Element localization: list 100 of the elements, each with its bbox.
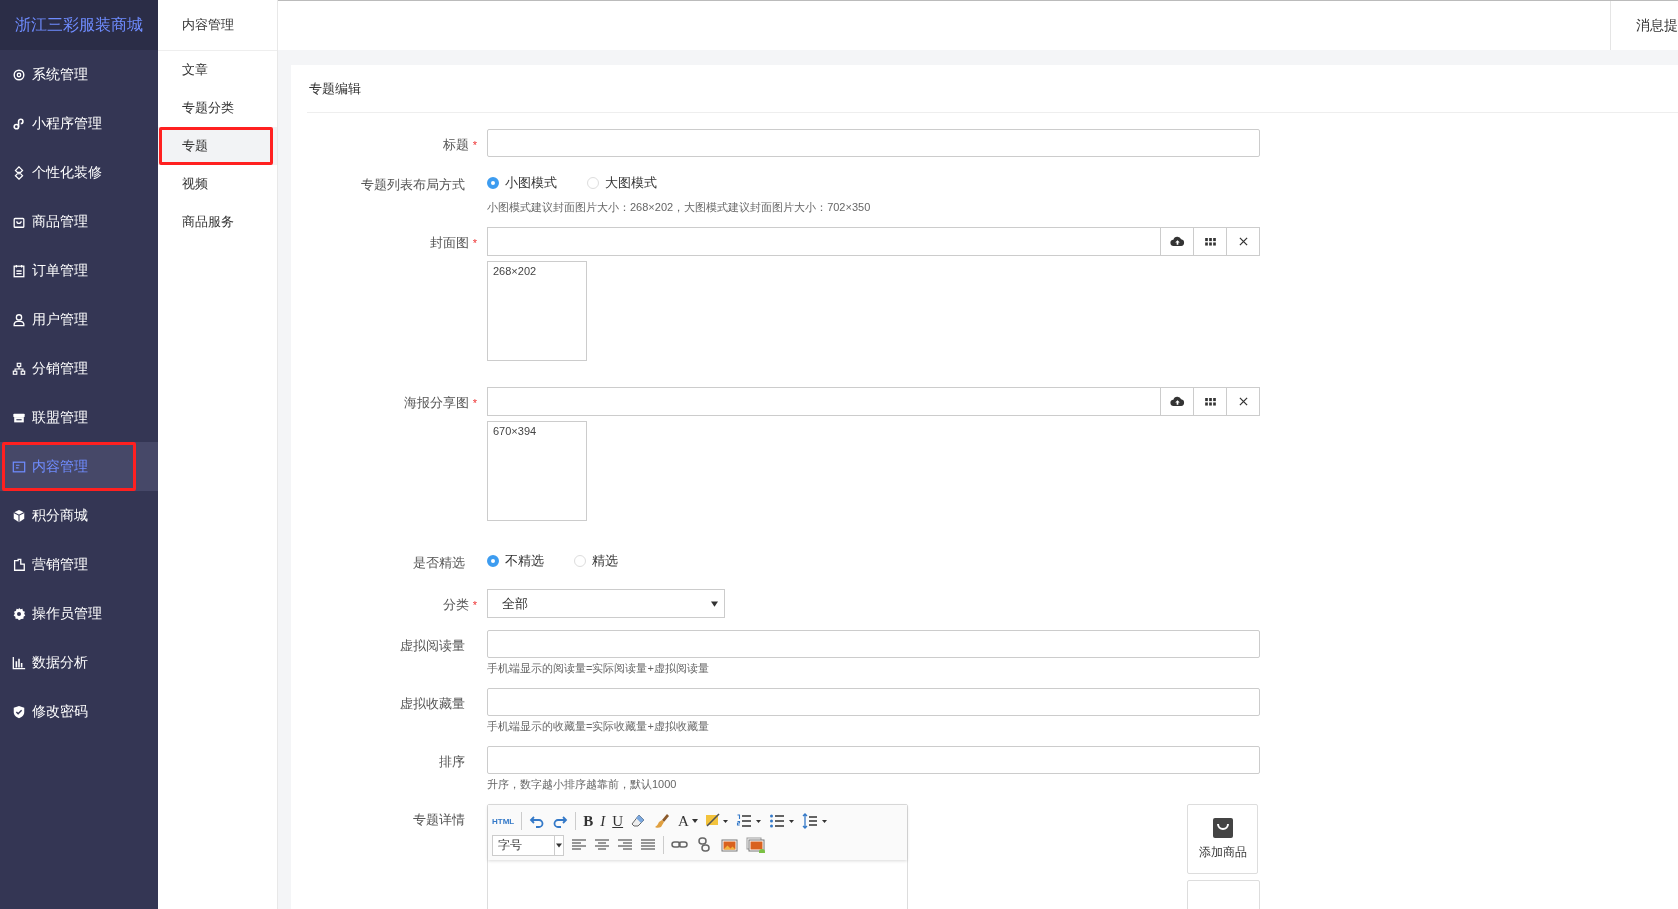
text-field[interactable] (487, 630, 1260, 658)
align-center-icon[interactable] (594, 837, 610, 853)
text-field[interactable] (487, 746, 1260, 774)
radio-button[interactable] (487, 555, 499, 567)
hierarchy-icon (12, 361, 26, 376)
required-mark: * (472, 397, 477, 409)
italic-button[interactable]: I (600, 812, 606, 830)
cloud-upload-icon (1169, 236, 1185, 247)
underline-button[interactable]: U (612, 812, 624, 830)
radio-label: 不精选 (505, 552, 544, 570)
shopping-bag-icon (1212, 817, 1233, 838)
settings-icon (12, 606, 26, 621)
sub-nav-item[interactable]: 文章 (158, 51, 277, 89)
radio-option[interactable]: 大图模式 (587, 174, 657, 192)
dropdown-caret-icon (711, 600, 718, 607)
sidebar-item[interactable]: 联盟管理 (0, 393, 158, 442)
image-size-text: 268×202 (493, 265, 537, 277)
sidebar-item[interactable]: 商品管理 (0, 197, 158, 246)
align-right-icon[interactable] (617, 837, 633, 853)
field-hint: 手机端显示的收藏量=实际收藏量+虚拟收藏量 (487, 719, 710, 734)
font-size-select[interactable]: 字号 (492, 834, 564, 856)
field-label: 是否精选 (413, 555, 465, 570)
radio-option[interactable]: 精选 (574, 552, 618, 570)
sub-nav-item[interactable]: 视频 (158, 165, 277, 203)
gear-icon (12, 67, 26, 82)
add-product-button[interactable]: 添加商品 (1187, 804, 1258, 874)
field-label: 分类 (442, 597, 469, 612)
link-icon (12, 116, 26, 131)
sidebar-item[interactable]: 小程序管理 (0, 99, 158, 148)
sidebar-item[interactable]: 积分商城 (0, 491, 158, 540)
eraser-icon[interactable] (630, 813, 647, 829)
line-height-icon[interactable] (801, 813, 828, 829)
field-label: 虚拟收藏量 (400, 696, 465, 711)
sidebar-item[interactable]: 营销管理 (0, 540, 158, 589)
redo-icon[interactable] (552, 813, 569, 829)
radio-label: 大图模式 (605, 174, 657, 192)
grid-icon (1204, 397, 1216, 406)
radio-label: 小图模式 (505, 174, 557, 192)
bold-button[interactable]: B (583, 812, 594, 830)
field-label: 专题列表布局方式 (361, 177, 465, 192)
caret-icon (691, 819, 698, 823)
sub-nav-item[interactable]: 商品服务 (158, 203, 277, 241)
radio-button[interactable] (487, 177, 499, 189)
bar-chart-icon (12, 655, 26, 670)
field-hint: 升序，数字越小排序越靠前，默认1000 (487, 777, 678, 792)
image-url-field[interactable] (487, 387, 1260, 416)
field-label: 封面图 (429, 235, 469, 250)
sidebar-item[interactable]: 系统管理 (0, 50, 158, 99)
sidebar-item[interactable]: 用户管理 (0, 295, 158, 344)
html-source-button[interactable]: HTML (492, 816, 515, 826)
close-icon (1238, 237, 1248, 246)
shield-icon (12, 704, 26, 719)
field-hint: 小图模式建议封面图片大小：268×202，大图模式建议封面图片大小：702×350 (487, 200, 872, 215)
field-label: 虚拟阅读量 (400, 638, 465, 653)
sub-nav-item[interactable]: 专题 (158, 127, 277, 165)
sidebar-item[interactable]: 分销管理 (0, 344, 158, 393)
bulleted-list-icon[interactable] (768, 813, 795, 829)
user-icon (12, 312, 26, 327)
sidebar-item[interactable]: 数据分析 (0, 638, 158, 687)
sidebar-item[interactable]: 操作员管理 (0, 589, 158, 638)
radio-option[interactable]: 不精选 (487, 552, 544, 570)
align-left-icon[interactable] (571, 837, 587, 853)
cloud-upload-icon (1169, 396, 1185, 407)
close-icon (1238, 397, 1248, 406)
cube-icon (12, 508, 26, 523)
diamond-icon (12, 165, 26, 180)
category-select[interactable]: 全部 (487, 589, 725, 618)
image-icon[interactable] (721, 837, 739, 853)
puzzle-icon (12, 557, 26, 572)
gallery-icon[interactable] (746, 837, 766, 853)
clipboard-icon (12, 263, 26, 278)
sidebar-item[interactable]: 修改密码 (0, 687, 158, 736)
rich-text-editor[interactable]: HTML B I U A 字号 (487, 804, 908, 909)
text-field[interactable] (487, 688, 1260, 716)
brush-icon[interactable] (653, 813, 672, 829)
highlighter-icon[interactable] (704, 813, 729, 829)
section-title: 内容管理 (158, 0, 277, 51)
radio-option[interactable]: 小图模式 (487, 174, 557, 192)
notification-link[interactable]: 消息提 (1610, 1, 1678, 50)
font-color-button[interactable]: A (678, 812, 698, 830)
image-url-field[interactable] (487, 227, 1260, 256)
justify-icon[interactable] (640, 837, 656, 853)
field-label: 海报分享图 (403, 395, 469, 410)
undo-icon[interactable] (529, 813, 546, 829)
grid-icon (1204, 237, 1216, 246)
card-title: 专题编辑 (307, 65, 1678, 113)
sidebar-item[interactable]: 个性化装修 (0, 148, 158, 197)
required-mark: * (472, 237, 477, 249)
document-icon (12, 459, 26, 474)
field-label: 排序 (439, 754, 465, 769)
text-field[interactable] (487, 129, 1260, 157)
required-mark: * (472, 139, 477, 151)
image-size-text: 670×394 (493, 425, 537, 437)
caret-icon (554, 835, 563, 855)
field-label: 专题详情 (413, 812, 465, 827)
sidebar-item[interactable]: 订单管理 (0, 246, 158, 295)
radio-label: 精选 (592, 552, 618, 570)
sub-nav-item[interactable]: 专题分类 (158, 89, 277, 127)
brand-title: 浙江三彩服装商城 (0, 0, 158, 50)
numbered-list-icon[interactable] (735, 813, 762, 829)
